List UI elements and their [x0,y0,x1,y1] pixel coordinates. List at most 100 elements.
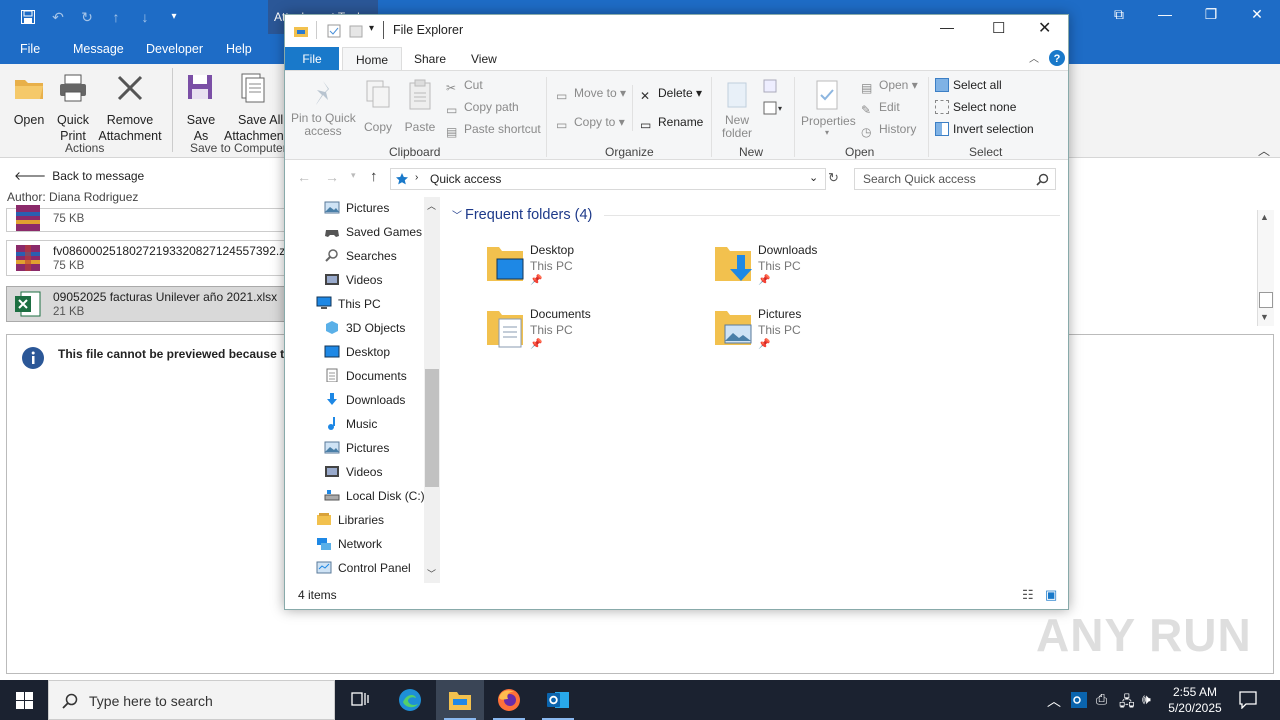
paste-button[interactable]: Paste [403,79,437,134]
nav-item-pictures[interactable]: Pictures [324,197,389,219]
nav-scroll-thumb[interactable] [425,369,439,487]
back-to-message-link[interactable]: 🡐 Back to message [14,168,144,183]
menu-message[interactable]: Message [73,42,124,56]
save-as-button[interactable]: Save As [180,72,222,144]
attachment-item[interactable]: fv08600025180272193320827124557392.zip 7… [6,240,296,276]
cut-button[interactable]: ✂ Cut [446,78,483,95]
volume-icon[interactable]: 🕪 [1142,691,1151,708]
copy-button[interactable]: Copy [363,79,393,134]
properties-button[interactable]: Properties ▾ [801,79,856,137]
nav-item-searches[interactable]: Searches [324,245,397,267]
show-hidden-icons[interactable]: ︿ [1047,691,1061,711]
copy-to-button[interactable]: ▭ Copy to ▾ [556,115,625,132]
address-dropdown-icon[interactable]: ⌄ [809,171,818,184]
new-item-icon[interactable]: ▾ [761,77,783,121]
outlook-taskbar-button[interactable] [534,680,582,720]
tab-file[interactable]: File [285,47,339,70]
nav-scroll-down-icon[interactable]: ﹀ [427,567,436,580]
address-bar[interactable]: › Quick access ⌄ [390,168,826,190]
tab-share[interactable]: Share [403,50,457,70]
remove-attachment-button[interactable]: Remove Attachment [96,72,164,144]
search-input[interactable]: Search Quick access [854,168,1056,190]
ribbon-display-icon[interactable]: ⧉ [1104,6,1134,23]
tab-view[interactable]: View [460,50,508,70]
outlook-scrollbar[interactable]: ▲ ▼ [1257,210,1274,326]
rename-button[interactable]: ▭ Rename [640,115,703,132]
large-icons-view-icon[interactable]: ▣ [1045,587,1057,603]
quick-print-button[interactable]: Quick Print [52,72,94,144]
invert-selection-button[interactable]: Invert selection [935,122,1034,136]
folder-tile-pictures[interactable]: Pictures This PC 📌 [713,305,913,361]
open-button[interactable]: Open [8,72,50,128]
forward-arrow-icon[interactable]: → [325,169,339,185]
redo-icon[interactable]: ↻ [79,9,95,25]
refresh-icon[interactable]: ↻ [828,170,839,186]
restore-button[interactable]: ❐ [1196,6,1226,23]
nav-item-documents[interactable]: Documents [324,365,407,387]
customize-qat-icon[interactable]: ▾ [166,9,182,25]
menu-developer[interactable]: Developer [146,42,203,56]
attachment-item[interactable]: 75 KB [6,205,296,232]
nav-scroll-up-icon[interactable]: ︿ [427,199,436,212]
nav-item-saved-games[interactable]: Saved Games [324,221,422,243]
details-view-icon[interactable]: ☷ [1022,587,1034,603]
firefox-taskbar-button[interactable] [485,680,533,720]
save-icon[interactable] [20,9,36,25]
file-explorer-taskbar-button[interactable] [436,680,484,720]
nav-item-network[interactable]: Network [316,533,382,555]
nav-item-this-pc[interactable]: This PC [316,293,381,315]
copy-path-button[interactable]: ▭ Copy path [446,100,519,117]
windows-start-icon[interactable] [16,692,33,709]
nav-item-downloads[interactable]: Downloads [324,389,405,411]
new-folder-qa-icon[interactable] [349,24,363,38]
folder-tile-desktop[interactable]: Desktop This PC 📌 [485,241,685,297]
network-icon[interactable]: 🖧 [1119,691,1135,715]
select-all-button[interactable]: Select all [935,78,1002,92]
select-none-button[interactable]: Select none [935,100,1016,114]
nav-item-control-panel[interactable]: Control Panel [316,557,411,579]
task-view-button[interactable] [336,680,384,720]
collapse-ribbon-icon[interactable]: ︿ [1258,142,1270,159]
scroll-down-icon[interactable]: ▼ [1260,312,1269,322]
undo-icon[interactable]: ↶ [50,9,66,25]
nav-item-music[interactable]: Music [324,413,377,435]
tab-home[interactable]: Home [342,47,403,70]
outlook-tray-icon[interactable] [1071,692,1087,708]
delete-button[interactable]: ✕ Delete ▾ [640,86,702,103]
new-folder-button[interactable]: New folder [719,79,755,140]
clock[interactable]: 2:55 AM 5/20/2025 [1164,684,1226,716]
attachment-item-selected[interactable]: 09052025 facturas Unilever año 2021.xlsx… [6,286,296,322]
paste-shortcut-button[interactable]: ▤ Paste shortcut [446,122,541,139]
device-icon[interactable]: ⎙ [1096,691,1107,708]
up-arrow-icon[interactable]: ↑ [108,9,124,25]
back-arrow-icon[interactable]: ← [297,169,311,185]
save-all-button[interactable]: Save All Attachmen [224,72,284,144]
nav-item-local-disk-c[interactable]: Local Disk (C:) [324,485,425,507]
close-button[interactable]: ✕ [1038,18,1051,38]
nav-item-3d-objects[interactable]: 3D Objects [324,317,405,339]
notification-icon[interactable] [1239,691,1257,709]
pin-quick-access-button[interactable]: Pin to Quick access [291,79,356,138]
folder-tile-downloads[interactable]: Downloads This PC 📌 [713,241,913,297]
move-to-button[interactable]: ▭ Move to ▾ [556,86,626,103]
menu-file[interactable]: File [20,42,40,56]
folder-tile-documents[interactable]: Documents This PC 📌 [485,305,685,361]
maximize-button[interactable]: ☐ [992,19,1005,37]
edit-button[interactable]: ✎ Edit [861,100,900,117]
minimize-button[interactable]: — [1150,6,1180,22]
minimize-button[interactable]: — [940,19,954,35]
properties-qa-icon[interactable] [327,24,341,38]
edge-taskbar-button[interactable] [386,680,434,720]
help-icon[interactable]: ? [1049,50,1065,66]
collapse-ribbon-icon[interactable]: ︿ [1029,50,1039,65]
scroll-up-icon[interactable]: ▲ [1260,212,1269,222]
history-button[interactable]: ◷ History [861,122,916,139]
nav-item-libraries[interactable]: Libraries [316,509,384,531]
nav-item-videos[interactable]: Videos [324,461,382,483]
taskbar-search-box[interactable]: Type here to search [48,680,335,720]
up-arrow-icon[interactable]: ↑ [370,168,378,185]
menu-help[interactable]: Help [226,42,252,56]
scroll-thumb[interactable] [1259,292,1273,308]
nav-item-pictures[interactable]: Pictures [324,437,389,459]
section-collapse-icon[interactable]: ﹀ [452,207,462,222]
